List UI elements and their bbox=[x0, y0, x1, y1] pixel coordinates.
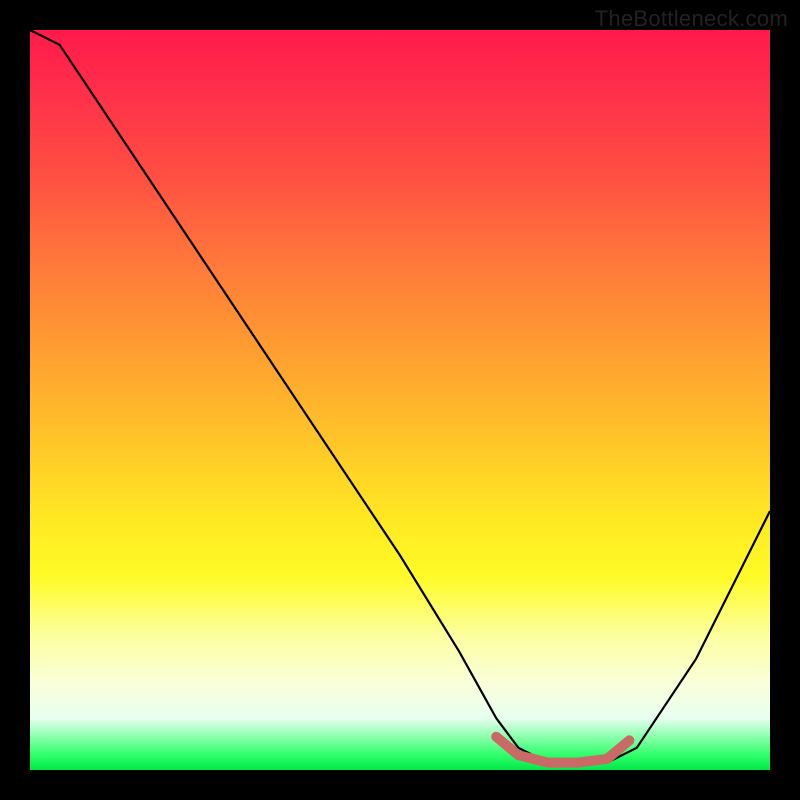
plot-area bbox=[30, 30, 770, 770]
chart-overlay bbox=[30, 30, 770, 770]
highlight-segment bbox=[496, 737, 629, 763]
watermark-text: TheBottleneck.com bbox=[595, 6, 788, 32]
bottleneck-curve bbox=[30, 30, 770, 763]
